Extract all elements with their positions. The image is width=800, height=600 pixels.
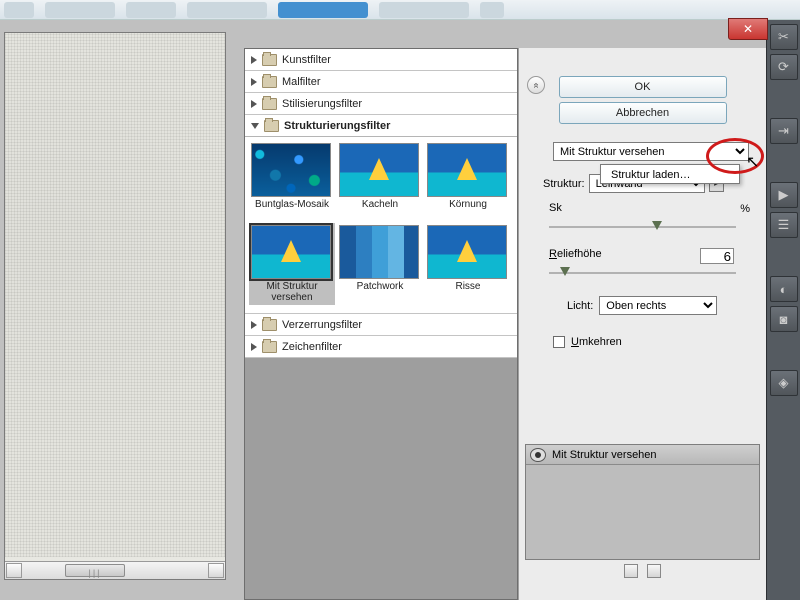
category-strukturierungsfilter[interactable]: Strukturierungsfilter [245, 115, 517, 137]
reliefhoehe-input[interactable] [700, 248, 734, 264]
ok-button[interactable]: OK [559, 76, 727, 98]
filter-thumb-risse[interactable]: Risse [427, 225, 509, 303]
category-malfilter[interactable]: Malfilter [245, 71, 517, 93]
thumbnail-label: Körnung [427, 197, 509, 219]
folder-icon [262, 76, 277, 88]
triangle-right-icon [251, 78, 257, 86]
tool-play-icon[interactable]: ▶ [770, 182, 798, 208]
collapse-button[interactable] [527, 76, 545, 94]
category-label: Kunstfilter [282, 54, 331, 66]
percent-sign: % [740, 203, 750, 215]
category-label: Strukturierungsfilter [284, 120, 390, 132]
tool-contrast-icon[interactable]: ◐ [770, 276, 798, 302]
scroll-right-button[interactable] [208, 563, 224, 578]
tool-slider-icon[interactable]: ☰ [770, 212, 798, 238]
struktur-label: Struktur: [543, 178, 585, 190]
category-label: Zeichenfilter [282, 341, 342, 353]
preview-pane: ||| [4, 32, 226, 580]
tool-layers-icon[interactable]: ◈ [770, 370, 798, 396]
category-verzerrungsfilter[interactable]: Verzerrungsfilter [245, 314, 517, 336]
umkehren-checkbox[interactable] [553, 336, 565, 348]
folder-icon [262, 54, 277, 66]
thumbnail-icon [251, 225, 331, 279]
licht-select[interactable]: Oben rechts [599, 296, 717, 315]
thumbnail-label: Mit Struktur versehen [251, 279, 333, 303]
effect-layer-label: Mit Struktur versehen [552, 449, 657, 461]
category-stilisierungsfilter[interactable]: Stilisierungsfilter [245, 93, 517, 115]
browser-tabs-blur [0, 0, 800, 20]
skalierung-label: Sk [549, 202, 562, 214]
folder-icon [262, 98, 277, 110]
licht-label: Licht: [567, 300, 593, 312]
visibility-eye-icon[interactable] [530, 448, 546, 462]
cursor-icon: ↖ [746, 152, 759, 172]
thumbnail-label: Patchwork [339, 279, 421, 301]
reliefhoehe-label: Reliefhöhe [549, 248, 602, 260]
preview-horizontal-scrollbar[interactable]: ||| [5, 561, 225, 579]
triangle-right-icon [251, 56, 257, 64]
thumbnail-label: Kacheln [339, 197, 421, 219]
folder-icon [264, 120, 279, 132]
folder-icon [262, 319, 277, 331]
tool-camera-icon[interactable]: ◙ [770, 306, 798, 332]
triangle-right-icon [251, 100, 257, 108]
filter-thumb-mit-struktur[interactable]: Mit Struktur versehen [249, 223, 335, 305]
filter-thumb-koernung[interactable]: Körnung [427, 143, 509, 219]
category-label: Stilisierungsfilter [282, 98, 362, 110]
filter-thumb-kacheln[interactable]: Kacheln [339, 143, 421, 219]
folder-icon [262, 341, 277, 353]
popup-item-load-struktur[interactable]: Struktur laden… [611, 169, 729, 181]
delete-effect-button[interactable] [647, 564, 661, 578]
new-effect-button[interactable] [624, 564, 638, 578]
umkehren-label: Umkehren [571, 336, 622, 348]
filter-category-panel: Kunstfilter Malfilter Stilisierungsfilte… [244, 48, 518, 600]
reliefhoehe-slider[interactable] [549, 266, 736, 280]
category-zeichenfilter[interactable]: Zeichenfilter [245, 336, 517, 358]
filter-options-panel: OK Abbrechen Mit Struktur versehen Struk… [518, 48, 766, 600]
tool-crop-icon[interactable]: ✂ [770, 24, 798, 50]
cancel-button[interactable]: Abbrechen [559, 102, 727, 124]
filter-preview-canvas[interactable] [5, 33, 225, 557]
tool-rotate-icon[interactable]: ⟳ [770, 54, 798, 80]
skalierung-slider[interactable] [549, 220, 736, 234]
filter-thumbnails-grid: Buntglas-Mosaik Kacheln Körnung Mit Stru… [245, 137, 517, 314]
filter-thumb-buntglas[interactable]: Buntglas-Mosaik [251, 143, 333, 219]
struktur-popup-menu: Struktur laden… [600, 164, 740, 184]
thumbnail-label: Risse [427, 279, 509, 301]
category-kunstfilter[interactable]: Kunstfilter [245, 49, 517, 71]
thumbnail-icon [339, 143, 419, 197]
thumbnail-icon [427, 143, 507, 197]
thumbnail-icon [427, 225, 507, 279]
tool-straighten-icon[interactable]: ⇥ [770, 118, 798, 144]
window-close-button[interactable] [728, 18, 768, 40]
category-label: Malfilter [282, 76, 321, 88]
filter-name-select[interactable]: Mit Struktur versehen [553, 142, 749, 161]
thumbnail-label: Buntglas-Mosaik [251, 197, 333, 219]
effect-layer-item[interactable]: Mit Struktur versehen [526, 445, 759, 465]
category-label: Verzerrungsfilter [282, 319, 362, 331]
thumbnail-icon [339, 225, 419, 279]
scroll-left-button[interactable] [6, 563, 22, 578]
scroll-thumb[interactable]: ||| [65, 564, 125, 577]
effect-layers-list: Mit Struktur versehen [525, 444, 760, 560]
right-toolbar: ✂ ⟳ ⇥ ▶ ☰ ◐ ◙ ◈ [766, 20, 800, 600]
triangle-right-icon [251, 343, 257, 351]
triangle-right-icon [251, 321, 257, 329]
thumbnail-icon [251, 143, 331, 197]
filter-thumb-patchwork[interactable]: Patchwork [339, 225, 421, 303]
triangle-down-icon [251, 123, 259, 129]
